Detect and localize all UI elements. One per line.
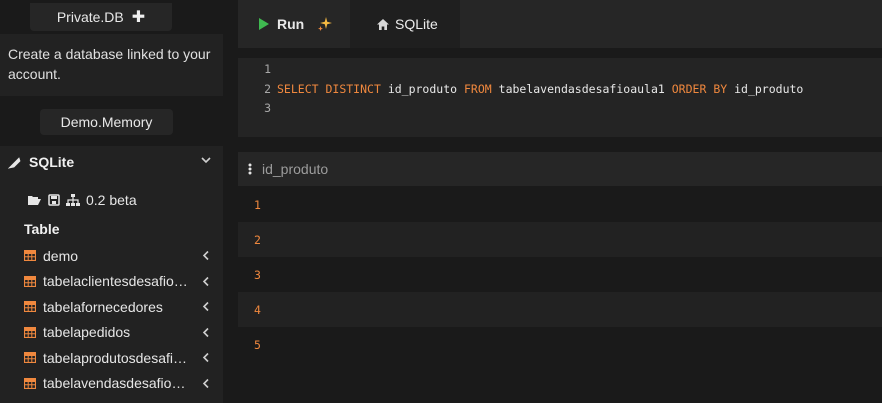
column-menu-icon[interactable] [248, 163, 252, 175]
table-item[interactable]: demo [24, 243, 214, 269]
table-row[interactable]: 4 [238, 292, 882, 327]
toolbar-spacer [460, 0, 882, 48]
table-heading: Table [24, 221, 60, 237]
run-button[interactable]: Run [238, 0, 350, 48]
table-item[interactable]: tabelaprodutosdesafioaula1 [24, 345, 214, 371]
editor-line: 3 [238, 99, 277, 118]
table-icon [24, 275, 36, 287]
account-info: Create a database linked to your account… [0, 34, 223, 96]
table-item-label: tabelaprodutosdesafioaula1 [43, 349, 193, 366]
cell-id-produto: 5 [254, 337, 261, 352]
code-text: SELECT DISTINCT id_produto FROM tabelave… [271, 80, 803, 99]
sql-token: id_produto [734, 81, 804, 96]
table-item-label: tabelapedidos [43, 324, 131, 341]
cell-id-produto: 2 [254, 232, 261, 247]
table-icon [24, 352, 36, 364]
line-number: 3 [264, 101, 271, 115]
column-header-id-produto[interactable]: id_produto [262, 161, 328, 177]
version-label: 0.2 beta [86, 192, 137, 208]
cell-id-produto: 1 [254, 197, 261, 212]
table-item-label: tabelaclientesdesafioaula1 [43, 273, 193, 290]
table-icon [24, 326, 36, 338]
table-icon [24, 377, 36, 389]
sql-token: tabelavendasdesafioaula1 [498, 81, 665, 96]
table-item-label: tabelafornecedores [43, 298, 163, 315]
chevron-left-icon[interactable] [202, 276, 210, 287]
home-icon [377, 18, 389, 30]
private-db-label: Private.DB [56, 9, 124, 25]
tab-sqlite[interactable]: SQLite [350, 0, 460, 48]
folder-open-icon[interactable] [27, 194, 42, 206]
cell-id-produto: 4 [254, 302, 261, 317]
table-item[interactable]: tabelavendasdesafioaula1 [24, 371, 214, 397]
sidebar: Private.DB ✚ Create a database linked to… [0, 0, 223, 403]
demo-memory-button[interactable]: Demo.Memory [40, 109, 173, 135]
sql-keyword: SELECT [277, 81, 319, 96]
table-item-label: tabelavendasdesafioaula1 [43, 375, 193, 392]
table-row[interactable]: 2 [238, 222, 882, 257]
editor-line: 2 SELECT DISTINCT id_produto FROM tabelav… [238, 80, 803, 99]
cell-id-produto: 3 [254, 267, 261, 282]
feather-icon [8, 156, 21, 169]
line-number: 1 [264, 62, 271, 76]
line-number: 2 [264, 81, 271, 96]
plus-icon: ✚ [131, 9, 146, 26]
table-item-label: demo [43, 247, 79, 264]
sql-keyword: ORDER [671, 81, 707, 96]
sparkles-icon[interactable] [318, 17, 333, 31]
chevron-down-icon[interactable] [200, 155, 212, 165]
table-item[interactable]: tabelapedidos [24, 320, 214, 346]
table-icon [24, 250, 36, 262]
sql-editor[interactable]: 1 2 SELECT DISTINCT id_produto FROM tabela… [238, 58, 882, 137]
chevron-left-icon[interactable] [202, 250, 210, 261]
toolbar: Run SQLite [238, 0, 882, 48]
chevron-left-icon[interactable] [202, 301, 210, 312]
sqlite-tools: 0.2 beta [27, 192, 137, 208]
info-text: Create a database linked to your account… [8, 46, 211, 82]
private-db-button[interactable]: Private.DB ✚ [30, 3, 172, 31]
table-row[interactable]: 1 [238, 187, 882, 222]
table-icon [24, 301, 36, 313]
save-icon[interactable] [48, 194, 60, 206]
sitemap-icon[interactable] [66, 193, 80, 207]
sql-keyword: BY [713, 81, 728, 96]
results-header: id_produto [238, 152, 882, 186]
chevron-left-icon[interactable] [202, 327, 210, 338]
sql-keyword: DISTINCT [325, 81, 381, 96]
table-list: demo tabelaclientesdesafioaula1 tabelaforn… [24, 243, 214, 396]
sql-keyword: FROM [464, 81, 492, 96]
sqlite-label: SQLite [29, 154, 75, 170]
sqlite-panel: SQLite 0.2 beta Table demo tabelaclientes… [0, 146, 223, 403]
table-item[interactable]: tabelafornecedores [24, 294, 214, 320]
tab-label: SQLite [395, 16, 438, 32]
chevron-left-icon[interactable] [202, 352, 210, 363]
results-rows: 1 2 3 4 5 [238, 187, 882, 362]
table-row[interactable]: 3 [238, 257, 882, 292]
run-label: Run [277, 16, 305, 32]
demo-memory-label: Demo.Memory [60, 114, 153, 130]
play-icon [259, 18, 269, 30]
sqlite-section-header[interactable]: SQLite [8, 154, 74, 170]
sql-token: id_produto [387, 81, 458, 96]
table-row[interactable]: 5 [238, 327, 882, 362]
editor-line: 1 [238, 60, 277, 79]
table-item[interactable]: tabelaclientesdesafioaula1 [24, 269, 214, 295]
chevron-left-icon[interactable] [202, 378, 210, 389]
